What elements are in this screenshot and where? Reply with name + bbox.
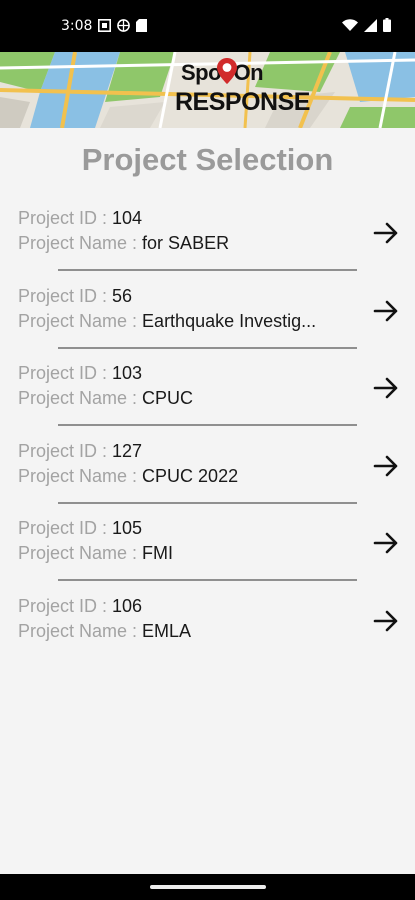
project-list-item[interactable]: Project ID : 104 Project Name : for SABE… [0,200,415,278]
project-list-item[interactable]: Project ID : 103 Project Name : CPUC [0,355,415,433]
project-list-item[interactable]: Project ID : 127 Project Name : CPUC 202… [0,433,415,511]
wifi-icon [342,19,358,31]
status-left-icons [98,19,147,32]
project-name-line: Project Name : FMI [18,543,173,564]
home-gesture-pill[interactable] [150,885,266,889]
sd-card-icon [136,19,147,32]
divider [58,269,357,271]
project-id-line: Project ID : 56 [18,286,132,307]
project-id-label: Project ID : [18,440,113,461]
location-pin-icon [217,58,237,84]
project-name-value: for SABER [142,233,230,253]
project-id-label: Project ID : [18,208,113,228]
project-id-value: 127 [112,440,143,461]
spot-on-response-logo: Spot On RESPONSE [171,58,310,124]
arrow-right-icon[interactable] [373,610,399,632]
project-list: Project ID : 104 Project Name : for SABE… [0,200,415,665]
status-time: 3:08 [61,18,93,34]
project-name-label: Project Name : [18,465,143,486]
project-name-label: Project Name : [18,233,143,253]
project-list-item[interactable]: Project ID : 106 Project Name : EMLA [0,588,415,666]
project-id-label: Project ID : [18,363,113,383]
signal-icon [364,18,377,32]
project-name-line: Project Name : for SABER [18,233,229,254]
divider [58,579,357,581]
divider [58,501,357,504]
status-right-icons [342,18,391,32]
project-id-value: 56 [112,285,133,306]
logo-bottom-text: RESPONSE [175,88,310,116]
project-id-label: Project ID : [18,595,113,616]
project-id-line: Project ID : 105 [18,518,142,539]
project-name-line: Project Name : Earthquake Investig... [18,311,316,332]
project-id-value: 106 [112,595,143,616]
project-name-value: FMI [142,543,174,563]
notification-box-icon [98,19,111,32]
page-title: Project Selection [81,142,334,177]
project-name-label: Project Name : [18,620,143,641]
project-id-line: Project ID : 103 [18,363,142,384]
arrow-right-icon[interactable] [373,532,399,554]
project-list-item[interactable]: Project ID : 56 Project Name : Earthquak… [0,278,415,356]
project-name-line: Project Name : CPUC 2022 [18,466,238,487]
project-name-label: Project Name : [18,543,143,563]
project-id-value: 103 [112,363,143,383]
project-name-line: Project Name : CPUC [18,388,193,409]
project-list-item[interactable]: Project ID : 105 Project Name : FMI [0,510,415,588]
project-name-label: Project Name : [18,310,143,331]
battery-icon [383,18,391,32]
project-name-line: Project Name : EMLA [18,621,191,642]
project-name-value: EMLA [142,620,192,641]
project-id-line: Project ID : 106 [18,596,142,617]
project-id-line: Project ID : 127 [18,441,142,462]
project-name-label: Project Name : [18,388,143,408]
project-id-label: Project ID : [18,285,113,306]
divider [58,346,357,349]
project-name-value: CPUC 2022 [142,465,239,486]
vpn-globe-icon [117,19,130,32]
project-id-label: Project ID : [18,518,113,538]
divider [58,424,357,426]
project-name-value: CPUC [142,388,194,408]
arrow-right-icon[interactable] [373,300,399,322]
arrow-right-icon[interactable] [373,455,399,477]
project-name-value: Earthquake Investig... [142,310,317,331]
arrow-right-icon[interactable] [373,222,399,244]
project-id-value: 104 [112,208,143,228]
arrow-right-icon[interactable] [373,377,399,399]
status-bar: 3:08 [0,0,415,52]
navigation-bar [0,874,415,900]
project-id-value: 105 [112,518,143,538]
project-id-line: Project ID : 104 [18,208,142,229]
